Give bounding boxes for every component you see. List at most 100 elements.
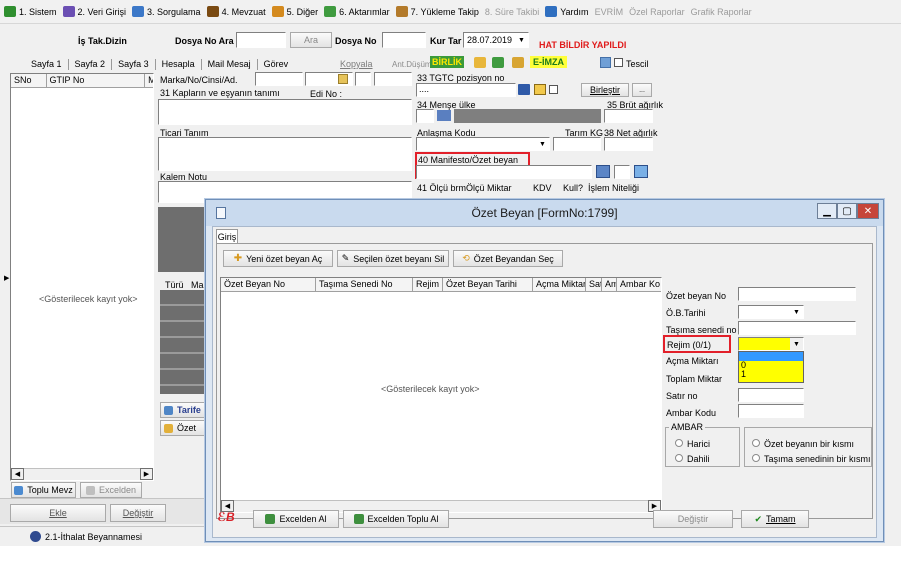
kaplar-textarea[interactable] [158, 99, 412, 125]
tgtc-checkbox[interactable] [549, 85, 558, 94]
menu-item-1[interactable]: 2. Veri Girişi [62, 6, 126, 17]
col-acma-miktari[interactable]: Açma Miktarı [533, 278, 586, 291]
ozet-beyan-no-input[interactable] [738, 287, 856, 301]
marka-input[interactable] [255, 72, 303, 86]
tab-mail-mesaj[interactable]: Mail Mesaj [202, 59, 258, 70]
tab-giris[interactable]: Giriş [216, 229, 238, 243]
book-icon[interactable] [534, 84, 546, 95]
tarim-input[interactable] [553, 137, 601, 151]
col-ambar-ko[interactable]: Ambar Ko [617, 278, 661, 291]
dialog-degistir-button[interactable]: Değiştir [653, 510, 733, 528]
marka-input-4[interactable] [374, 72, 412, 86]
rejim-combo[interactable]: ▼ [738, 337, 804, 351]
manifesto-small-input[interactable] [614, 165, 630, 179]
excelden-toplu-al-button[interactable]: Excelden Toplu Al [343, 510, 449, 528]
col-sat[interactable]: Sat [586, 278, 602, 291]
close-icon[interactable]: ✕ [857, 203, 879, 219]
export-icon[interactable] [512, 57, 524, 68]
birlestir-button[interactable]: Birleştir [581, 83, 629, 97]
ekle-button[interactable]: Ekle [10, 504, 106, 522]
kalem-grid[interactable]: SNo GTIP No Mi <Gösterilecek kayıt yok> … [10, 73, 154, 481]
upload-icon[interactable] [492, 57, 504, 68]
tarife-button[interactable]: Tarife [160, 402, 205, 418]
menu-item-2[interactable]: 3. Sorgulama [132, 6, 201, 17]
col-rejim[interactable]: Rejim [413, 278, 443, 291]
tasima-kismi-radio[interactable] [752, 454, 760, 462]
kur-tar-combo[interactable]: 28.07.2019 ▼ [463, 32, 529, 48]
dialog-titlebar[interactable]: Özet Beyan [FormNo:1799] [206, 200, 883, 226]
manifesto-input[interactable] [416, 165, 592, 179]
folder-icon[interactable] [474, 57, 486, 68]
tab-sayfa-2[interactable]: Sayfa 2 [69, 59, 113, 70]
search-icon[interactable] [518, 84, 530, 95]
search-icon-2[interactable] [437, 110, 451, 121]
scroll-right-icon[interactable]: ▶ [140, 468, 153, 480]
print-icon[interactable] [600, 57, 611, 68]
tescil-checkbox[interactable] [614, 58, 623, 67]
brut-input[interactable] [604, 109, 653, 123]
select-ozet-button[interactable]: ⟲ Özet Beyandan Seç [453, 250, 563, 267]
menu-item-7[interactable]: 8. Süre Takibi [485, 7, 539, 17]
tab-hesapla[interactable]: Hesapla [156, 59, 202, 70]
col-ozet-beyan-no[interactable]: Özet Beyan No [221, 278, 316, 291]
harici-radio[interactable] [675, 439, 683, 447]
anlasma-combo[interactable]: ▼ [416, 137, 550, 151]
calculator-icon[interactable] [596, 165, 610, 178]
dosya-no-ara-input[interactable] [236, 32, 286, 48]
marka-input-3[interactable] [355, 72, 371, 86]
tab-sayfa-3[interactable]: Sayfa 3 [112, 59, 156, 70]
col-mi[interactable]: Mi [145, 74, 153, 87]
col-sno[interactable]: SNo [11, 74, 47, 87]
col-ozet-tarihi[interactable]: Özet Beyan Tarihi [443, 278, 533, 291]
ozet-button[interactable]: Özet [160, 420, 205, 436]
ellipsis-button[interactable]: ... [632, 83, 652, 97]
new-ozet-button[interactable]: ✚ Yeni özet beyan Aç [223, 250, 333, 267]
menu-item-11[interactable]: Grafik Raporlar [691, 7, 752, 17]
menu-item-4[interactable]: 5. Diğer [271, 6, 318, 17]
excelden-button[interactable]: Excelden [80, 482, 142, 498]
tab-gorev[interactable]: Görev [258, 59, 295, 70]
delete-ozet-button[interactable]: ✎ Seçilen özet beyanı Sil [337, 250, 449, 267]
menu-item-8[interactable]: Yardım [545, 6, 589, 17]
ara-button[interactable]: Ara [290, 32, 332, 48]
ozet-grid[interactable]: Özet Beyan No Taşıma Senedi No Rejim Öze… [220, 277, 662, 513]
birlik-button[interactable]: BİRLİK [430, 56, 464, 68]
ozet-kismi-radio[interactable] [752, 439, 760, 447]
menu-item-3[interactable]: 4. Mevzuat [206, 6, 266, 17]
net-input[interactable] [604, 137, 653, 151]
menu-item-5[interactable]: 6. Aktarımlar [324, 6, 390, 17]
rejim-dropdown-list[interactable]: 0 1 [738, 351, 804, 383]
ambar-kodu-input[interactable] [738, 404, 804, 418]
menu-item-10[interactable]: Özel Raporlar [629, 7, 685, 17]
menu-item-0[interactable]: 1. Sistem [4, 6, 57, 17]
rejim-option-0[interactable]: 0 [739, 361, 803, 370]
tamam-button[interactable]: ✔ Tamam [741, 510, 809, 528]
tasima-senedi-input[interactable] [738, 321, 856, 335]
tab-sayfa-1[interactable]: Sayfa 1 [25, 59, 69, 70]
menu-item-9[interactable]: EVRİM [595, 7, 624, 17]
upload-small-icon[interactable] [634, 165, 648, 178]
kopyala-link[interactable]: Kopyala [340, 59, 373, 69]
col-am[interactable]: Am [602, 278, 617, 291]
rejim-option-blank[interactable] [739, 352, 803, 361]
scroll-left-icon[interactable]: ◀ [11, 468, 24, 480]
excelden-al-button[interactable]: Excelden Al [253, 510, 339, 528]
horizontal-scrollbar[interactable]: ◀ ▶ [11, 468, 153, 480]
minimize-icon[interactable]: ▁ [817, 203, 837, 219]
col-gtip[interactable]: GTIP No [47, 74, 146, 87]
satir-no-input[interactable] [738, 388, 804, 402]
col-tasima-senedi[interactable]: Taşıma Senedi No [316, 278, 413, 291]
e-imza-button[interactable]: E-İMZA [530, 56, 567, 68]
maximize-icon[interactable]: ▢ [837, 203, 857, 219]
tgtc-input[interactable]: .... [416, 83, 516, 97]
lookup-icon[interactable] [338, 74, 348, 84]
menu-item-6[interactable]: 7. Yükleme Takip [395, 6, 479, 17]
mense-input[interactable] [416, 109, 434, 123]
ant-dusum-link[interactable]: Ant.Düşüm [392, 60, 432, 69]
dosya-no-input[interactable] [382, 32, 426, 48]
toplu-mevz-button[interactable]: Toplu Mevz [11, 482, 76, 498]
ticari-tanim-textarea[interactable] [158, 137, 412, 171]
ob-tarihi-combo[interactable]: ▼ [738, 305, 804, 319]
dahili-radio[interactable] [675, 454, 683, 462]
rejim-option-1[interactable]: 1 [739, 370, 803, 379]
